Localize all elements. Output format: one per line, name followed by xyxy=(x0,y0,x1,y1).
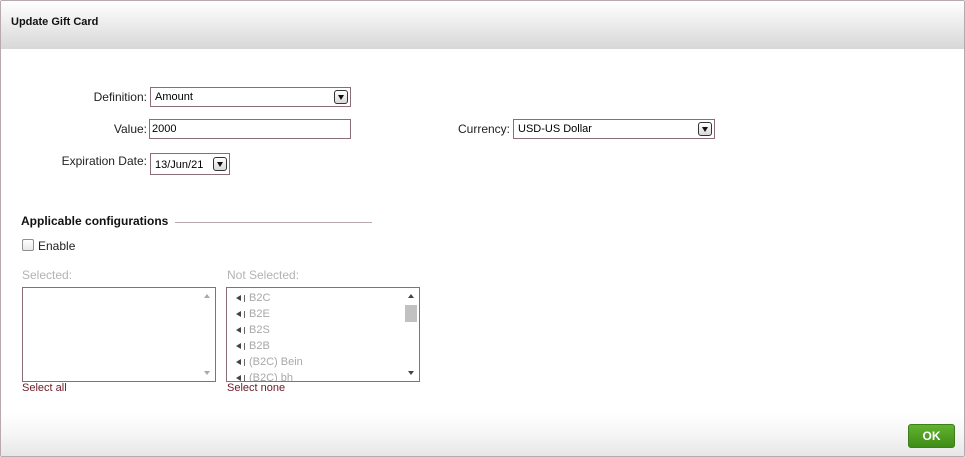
list-item[interactable]: B2C xyxy=(236,292,270,308)
section-title-configurations: Applicable configurations xyxy=(21,214,169,228)
move-left-bar xyxy=(244,343,245,350)
list-item-label: (B2C) Bein xyxy=(249,356,303,368)
not-selected-scrollbar[interactable] xyxy=(403,288,419,381)
move-left-icon xyxy=(236,359,241,365)
value-label: Value: xyxy=(113,122,147,136)
scroll-down-icon[interactable] xyxy=(408,371,414,375)
selected-listbox[interactable] xyxy=(22,287,216,382)
not-selected-listbox[interactable]: B2C B2E B2S B2B (B2C) Bein (B2C) bh xyxy=(226,287,420,382)
move-left-icon xyxy=(236,375,241,381)
scroll-up-icon[interactable] xyxy=(408,294,414,298)
scrollbar-thumb[interactable] xyxy=(405,305,417,322)
enable-label[interactable]: Enable xyxy=(38,239,75,253)
dialog-title: Update Gift Card xyxy=(11,16,99,28)
definition-select[interactable]: Amount xyxy=(150,87,351,107)
list-item[interactable]: (B2C) bh xyxy=(236,372,294,382)
list-item[interactable]: B2S xyxy=(236,324,270,340)
update-gift-card-dialog: Update Gift Card Definition: Amount Valu… xyxy=(0,0,965,457)
definition-value: Amount xyxy=(155,91,193,103)
select-none-link[interactable]: Select none xyxy=(227,382,285,394)
ok-button[interactable]: OK xyxy=(908,424,955,448)
list-item[interactable]: (B2C) Bein xyxy=(236,356,303,372)
scroll-up-icon[interactable] xyxy=(204,294,210,298)
chevron-down-icon xyxy=(698,122,712,136)
move-left-icon xyxy=(236,295,241,301)
section-divider xyxy=(175,222,372,223)
list-item-label: B2C xyxy=(249,292,271,304)
currency-value: USD-US Dollar xyxy=(518,123,592,135)
value-input-text: 2000 xyxy=(152,123,177,135)
dialog-titlebar: Update Gift Card xyxy=(1,1,964,49)
move-left-icon xyxy=(236,343,241,349)
list-item[interactable]: B2E xyxy=(236,308,270,324)
move-left-bar xyxy=(244,295,245,302)
list-item-label: (B2C) bh xyxy=(249,372,294,382)
move-left-icon xyxy=(236,327,241,333)
chevron-down-icon xyxy=(334,90,348,104)
list-item[interactable]: B2B xyxy=(236,340,270,356)
move-left-icon xyxy=(236,311,241,317)
selected-list-label: Selected: xyxy=(22,268,73,282)
selected-scrollbar[interactable] xyxy=(199,288,215,381)
list-item-label: B2B xyxy=(249,340,270,352)
not-selected-list-label: Not Selected: xyxy=(227,268,300,282)
enable-checkbox[interactable] xyxy=(22,239,34,251)
select-all-link[interactable]: Select all xyxy=(22,382,67,394)
expiration-date-select[interactable]: 13/Jun/21 xyxy=(150,153,230,175)
currency-select[interactable]: USD-US Dollar xyxy=(513,119,715,139)
list-item-label: B2S xyxy=(249,324,270,336)
move-left-bar xyxy=(244,375,245,381)
scroll-down-icon[interactable] xyxy=(204,371,210,375)
move-left-bar xyxy=(244,359,245,366)
chevron-down-icon xyxy=(213,157,227,171)
move-left-bar xyxy=(244,311,245,318)
dialog-footer xyxy=(1,413,964,456)
move-left-bar xyxy=(244,327,245,334)
definition-label: Definition: xyxy=(93,90,147,104)
list-item-label: B2E xyxy=(249,308,270,320)
value-input[interactable]: 2000 xyxy=(149,119,351,139)
expiration-date-value: 13/Jun/21 xyxy=(155,159,204,171)
expiration-date-label: Expiration Date: xyxy=(61,154,147,168)
currency-label: Currency: xyxy=(457,122,510,136)
